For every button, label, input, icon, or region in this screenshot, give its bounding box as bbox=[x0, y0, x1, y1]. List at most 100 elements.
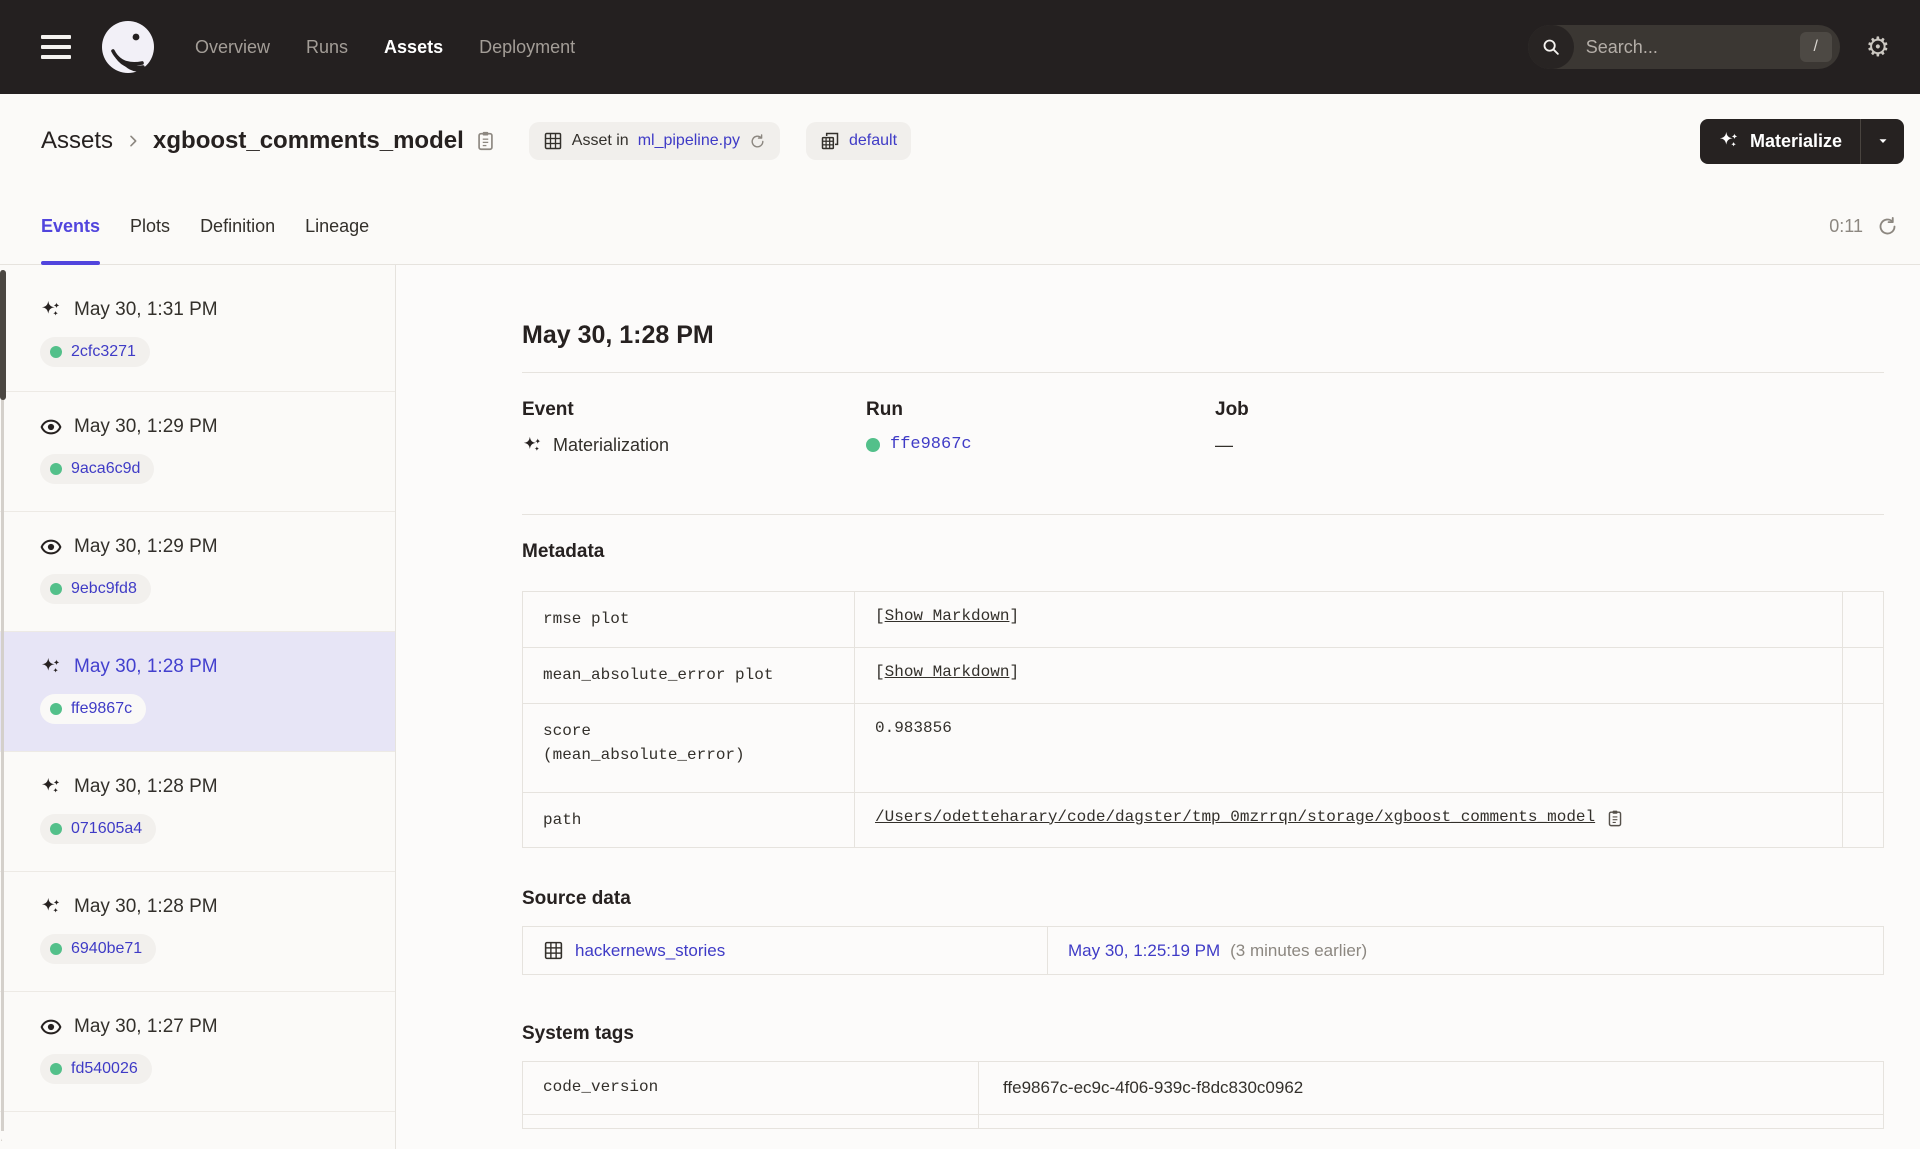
event-list-item[interactable]: May 30, 1:29 PM 9aca6c9d bbox=[0, 392, 395, 512]
observation-icon bbox=[40, 419, 62, 435]
breadcrumb-assets-link[interactable]: Assets bbox=[41, 127, 113, 155]
materialization-icon bbox=[41, 777, 60, 793]
system-tags-table: code_version ffe9867c-ec9c-4f06-939c-f8d… bbox=[522, 1061, 1884, 1130]
path-link[interactable]: /Users/odetteharary/code/dagster/tmp_0mz… bbox=[875, 808, 1595, 826]
refresh-countdown: 0:11 bbox=[1829, 215, 1863, 236]
run-id-badge[interactable]: fd540026 bbox=[40, 1054, 152, 1084]
run-status-dot bbox=[50, 943, 62, 955]
source-data-table: hackernews_stories May 30, 1:25:19 PM (3… bbox=[522, 926, 1884, 976]
refresh-icon[interactable] bbox=[1877, 216, 1898, 237]
chevron-right-icon bbox=[125, 133, 141, 149]
code-location-link[interactable]: ml_pipeline.py bbox=[638, 132, 740, 150]
run-id-link: 071605a4 bbox=[71, 820, 143, 837]
metadata-key: score (mean_absolute_error) bbox=[523, 703, 855, 792]
run-status-dot bbox=[50, 1063, 62, 1075]
event-type-value: Materialization bbox=[553, 435, 670, 455]
dagster-logo[interactable] bbox=[101, 20, 155, 74]
event-list-item[interactable]: May 30, 1:27 PM fd540026 bbox=[0, 992, 395, 1112]
show-markdown-link[interactable]: [Show Markdown] bbox=[875, 607, 1019, 625]
search-shortcut-badge: / bbox=[1799, 32, 1832, 62]
sidebar-scrollbar-track[interactable] bbox=[1, 270, 4, 1141]
source-data-row: hackernews_stories May 30, 1:25:19 PM (3… bbox=[523, 927, 1883, 975]
metadata-key: path bbox=[523, 792, 855, 848]
primary-nav: Overview Runs Assets Deployment bbox=[195, 37, 575, 58]
copy-icon[interactable] bbox=[1607, 809, 1623, 828]
run-status-dot bbox=[50, 703, 62, 715]
search-input[interactable]: Search... / bbox=[1527, 25, 1840, 69]
metadata-key: rmse plot bbox=[523, 592, 855, 647]
copy-icon[interactable] bbox=[476, 130, 495, 152]
run-id-badge[interactable]: 071605a4 bbox=[40, 814, 157, 844]
nav-deployment[interactable]: Deployment bbox=[479, 37, 575, 58]
asset-group-link[interactable]: default bbox=[849, 132, 897, 150]
event-list-item[interactable]: May 30, 1:29 PM 9ebc9fd8 bbox=[0, 512, 395, 632]
search-icon bbox=[1527, 25, 1574, 69]
source-event-time-link[interactable]: May 30, 1:25:19 PM bbox=[1068, 941, 1220, 961]
materialize-button[interactable]: Materialize bbox=[1699, 118, 1904, 164]
code-location-badge[interactable]: Asset in ml_pipeline.py bbox=[528, 122, 780, 160]
run-id-link[interactable]: ffe9867c bbox=[890, 435, 972, 454]
metadata-row: score (mean_absolute_error) 0.983856 bbox=[523, 702, 1883, 792]
run-status-dot bbox=[50, 346, 62, 358]
reload-icon[interactable] bbox=[749, 133, 766, 150]
event-list-item[interactable]: May 30, 1:28 PM 6940be71 bbox=[0, 872, 395, 992]
materialization-icon bbox=[523, 436, 541, 451]
event-summary: Event Materialization Run ffe9867c Job — bbox=[522, 399, 1884, 456]
metadata-row: rmse plot [Show Markdown] bbox=[523, 592, 1883, 647]
event-timestamp: May 30, 1:29 PM bbox=[74, 536, 218, 557]
system-tags-title: System tags bbox=[522, 1023, 634, 1045]
nav-overview[interactable]: Overview bbox=[195, 37, 270, 58]
tab-events[interactable]: Events bbox=[41, 188, 101, 265]
tab-lineage[interactable]: Lineage bbox=[305, 188, 369, 264]
tab-plots[interactable]: Plots bbox=[130, 188, 170, 264]
run-id-badge[interactable]: ffe9867c bbox=[40, 694, 147, 724]
run-status-dot bbox=[866, 437, 880, 452]
show-markdown-link[interactable]: [Show Markdown] bbox=[875, 663, 1019, 681]
event-list-item-selected[interactable]: May 30, 1:28 PM ffe9867c bbox=[0, 632, 395, 752]
run-id-link: 2cfc3271 bbox=[71, 343, 136, 360]
run-id-badge[interactable]: 2cfc3271 bbox=[40, 337, 150, 367]
run-id-badge[interactable]: 9ebc9fd8 bbox=[40, 574, 151, 604]
asset-tabs-bar: Events Plots Definition Lineage 0:11 bbox=[0, 188, 1920, 265]
run-label: Run bbox=[866, 399, 903, 420]
asset-group-badge[interactable]: default bbox=[805, 122, 912, 160]
event-list-item[interactable]: May 30, 1:28 PM 071605a4 bbox=[0, 752, 395, 872]
run-status-dot bbox=[50, 463, 62, 475]
event-detail-heading: May 30, 1:28 PM bbox=[522, 321, 714, 349]
metadata-table: rmse plot [Show Markdown] mean_absolute_… bbox=[522, 591, 1884, 849]
run-status-dot bbox=[50, 583, 62, 595]
run-id-badge[interactable]: 6940be71 bbox=[40, 934, 157, 964]
menu-icon[interactable] bbox=[41, 35, 71, 59]
run-id-link: 9ebc9fd8 bbox=[71, 580, 137, 597]
nav-assets[interactable]: Assets bbox=[384, 37, 443, 58]
window-corner bbox=[0, 1131, 18, 1149]
sidebar-scrollbar-thumb[interactable] bbox=[0, 270, 6, 400]
materialize-label: Materialize bbox=[1749, 130, 1842, 151]
job-label: Job bbox=[1215, 399, 1249, 420]
event-timestamp: May 30, 1:31 PM bbox=[74, 299, 218, 320]
event-timestamp: May 30, 1:27 PM bbox=[74, 1016, 218, 1037]
event-timestamp: May 30, 1:29 PM bbox=[74, 416, 218, 437]
system-tag-key: code_version bbox=[523, 1062, 979, 1115]
materialization-icon bbox=[41, 300, 60, 316]
event-timestamp: May 30, 1:28 PM bbox=[74, 656, 218, 677]
metadata-row: mean_absolute_error plot [Show Markdown] bbox=[523, 646, 1883, 703]
system-tag-value: ffe9867c-ec9c-4f06-939c-f8dc830c0962 bbox=[1003, 1078, 1304, 1098]
caret-down-icon bbox=[1879, 139, 1886, 144]
top-navigation-bar: Overview Runs Assets Deployment Search..… bbox=[0, 0, 1920, 94]
observation-icon bbox=[40, 1019, 62, 1035]
tab-definition[interactable]: Definition bbox=[200, 188, 275, 264]
run-id-link: fd540026 bbox=[71, 1060, 138, 1077]
nav-runs[interactable]: Runs bbox=[306, 37, 348, 58]
settings-gear-icon[interactable]: ⚙ bbox=[1866, 33, 1890, 61]
sparkle-icon bbox=[1719, 131, 1738, 147]
asset-table-icon bbox=[544, 132, 562, 150]
event-list-item[interactable]: May 30, 1:31 PM 2cfc3271 bbox=[0, 265, 395, 392]
code-location-prefix: Asset in bbox=[571, 132, 629, 149]
metadata-value: 0.983856 bbox=[875, 718, 952, 737]
source-asset-link[interactable]: hackernews_stories bbox=[575, 941, 725, 961]
materialize-dropdown-button[interactable] bbox=[1860, 118, 1904, 164]
run-id-badge[interactable]: 9aca6c9d bbox=[40, 454, 155, 484]
event-timestamp: May 30, 1:28 PM bbox=[74, 896, 218, 917]
run-status-dot bbox=[50, 823, 62, 835]
